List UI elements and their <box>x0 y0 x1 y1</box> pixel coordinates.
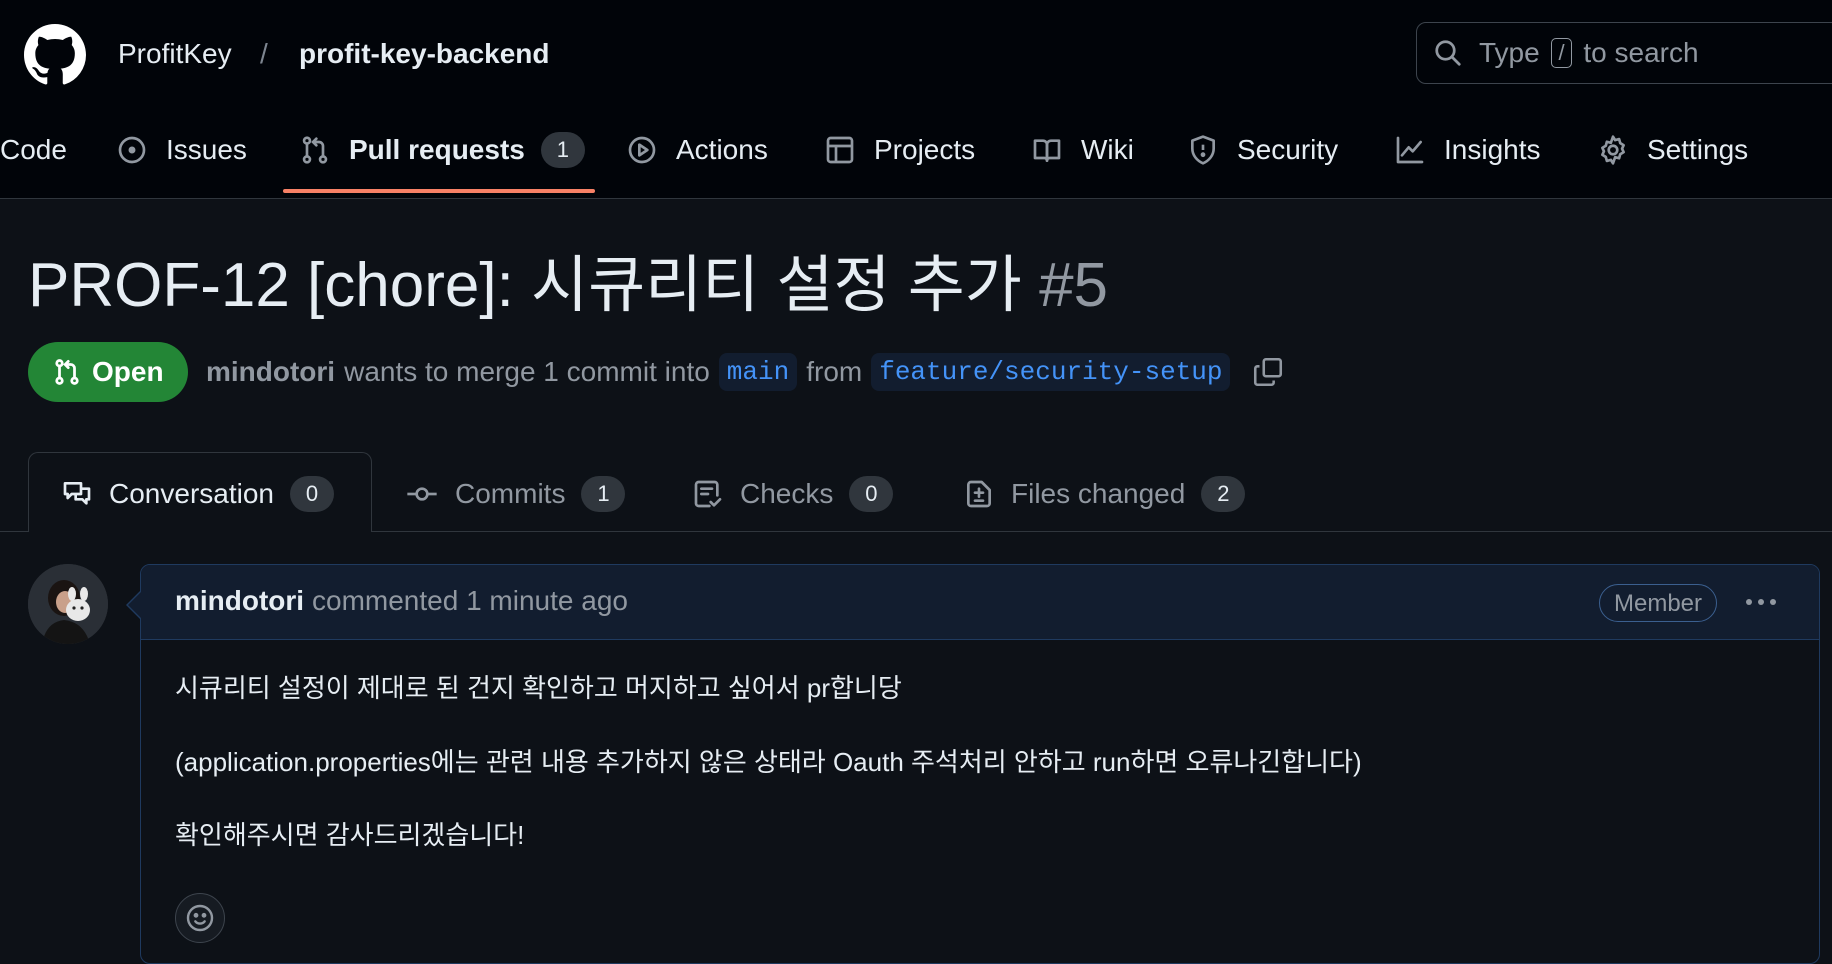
play-icon <box>626 134 658 166</box>
pr-author-link[interactable]: mindotori <box>206 356 335 388</box>
comment-discussion-icon <box>61 478 93 510</box>
breadcrumb-repo[interactable]: profit-key-backend <box>299 36 550 72</box>
nav-projects-label: Projects <box>874 134 976 165</box>
pr-title-text: PROF-12 [chore]: 시큐리티 설정 추가 <box>28 251 1022 320</box>
tab-checks[interactable]: Checks 0 <box>692 466 894 522</box>
tab-commits-count: 1 <box>581 476 626 512</box>
tab-commits-label: Commits <box>455 478 566 509</box>
gear-icon <box>1597 134 1629 166</box>
tab-conversation[interactable]: Conversation 0 <box>61 466 334 522</box>
issue-icon <box>116 134 148 166</box>
tab-conversation-count: 0 <box>289 476 334 512</box>
nav-settings-label: Settings <box>1647 134 1749 165</box>
table-icon <box>824 134 856 166</box>
tab-checks-count: 0 <box>849 476 894 512</box>
breadcrumb-owner[interactable]: ProfitKey <box>118 36 232 72</box>
file-diff-icon <box>963 478 995 510</box>
search-input[interactable]: Type / to search <box>1416 22 1832 84</box>
nav-issues-label: Issues <box>166 134 247 165</box>
comment-paragraph: (application.properties에는 관련 내용 추가하지 않은 … <box>175 747 1362 777</box>
tab-commits[interactable]: Commits 1 <box>405 466 626 522</box>
tab-conversation-label: Conversation <box>109 478 274 509</box>
comment-author-link[interactable]: mindotori <box>175 585 304 617</box>
nav-code-label: Code <box>0 134 67 165</box>
comment-header: mindotori commented 1 minute ago Member <box>141 565 1819 640</box>
nav-security-label: Security <box>1237 134 1339 165</box>
comment-pointer-inner <box>128 592 141 618</box>
active-tab-underline <box>283 189 595 193</box>
kebab-menu-icon[interactable] <box>1743 589 1779 615</box>
head-branch-link[interactable]: feature/security-setup <box>871 353 1231 391</box>
pull-requests-count: 1 <box>540 132 585 168</box>
comment-card: mindotori commented 1 minute ago Member … <box>140 564 1820 964</box>
nav-security[interactable]: Security <box>1187 118 1338 182</box>
status-badge: Open <box>28 342 188 402</box>
shield-icon <box>1187 134 1219 166</box>
git-pull-request-icon <box>52 357 82 387</box>
base-branch-link[interactable]: main <box>718 353 798 391</box>
search-placeholder: Type / to search <box>1479 37 1699 68</box>
nav-actions[interactable]: Actions <box>626 118 768 182</box>
nav-code[interactable]: Code <box>0 118 67 182</box>
nav-issues[interactable]: Issues <box>116 118 247 182</box>
breadcrumb-separator: / <box>260 38 268 69</box>
git-pull-request-icon <box>299 134 331 166</box>
nav-settings[interactable]: Settings <box>1597 118 1748 182</box>
nav-actions-label: Actions <box>676 134 768 165</box>
tab-checks-label: Checks <box>740 478 834 509</box>
repo-header: ProfitKey / profit-key-backend Type / to… <box>0 0 1832 199</box>
page-title: PROF-12 [chore]: 시큐리티 설정 추가 #5 <box>28 250 1108 322</box>
comment-timestamp[interactable]: commented 1 minute ago <box>312 585 628 617</box>
tab-files-changed-count: 2 <box>1201 476 1246 512</box>
smiley-icon <box>184 902 216 934</box>
comment-paragraph: 시큐리티 설정이 제대로 된 건지 확인하고 머지하고 싶어서 pr합니당 <box>175 673 902 703</box>
merge-text: wants to merge 1 commit into <box>344 356 710 387</box>
from-text: from <box>806 356 863 387</box>
status-label: Open <box>92 356 164 387</box>
pr-merge-info: mindotori wants to merge 1 commit into m… <box>206 352 1285 392</box>
book-icon <box>1031 134 1063 166</box>
nav-wiki[interactable]: Wiki <box>1031 118 1134 182</box>
nav-pull-requests[interactable]: Pull requests 1 <box>299 118 585 182</box>
tab-files-changed-label: Files changed <box>1011 478 1186 509</box>
nav-pull-requests-label: Pull requests <box>349 134 525 165</box>
nav-insights[interactable]: Insights <box>1394 118 1541 182</box>
nav-wiki-label: Wiki <box>1081 134 1134 165</box>
nav-projects[interactable]: Projects <box>824 118 975 182</box>
checklist-icon <box>692 478 724 510</box>
copy-icon[interactable] <box>1251 355 1285 389</box>
add-reaction-button[interactable] <box>175 893 225 943</box>
nav-insights-label: Insights <box>1444 134 1541 165</box>
github-logo-icon[interactable] <box>24 24 86 86</box>
search-icon <box>1433 38 1463 68</box>
role-badge: Member <box>1599 584 1718 622</box>
graph-icon <box>1394 134 1426 166</box>
comment-paragraph: 확인해주시면 감사드리겠습니다! <box>175 820 525 850</box>
git-commit-icon <box>405 478 439 510</box>
pr-number: #5 <box>1039 251 1109 320</box>
avatar[interactable] <box>28 564 108 644</box>
tab-files-changed[interactable]: Files changed 2 <box>963 466 1246 522</box>
search-shortcut-key: / <box>1551 38 1572 68</box>
